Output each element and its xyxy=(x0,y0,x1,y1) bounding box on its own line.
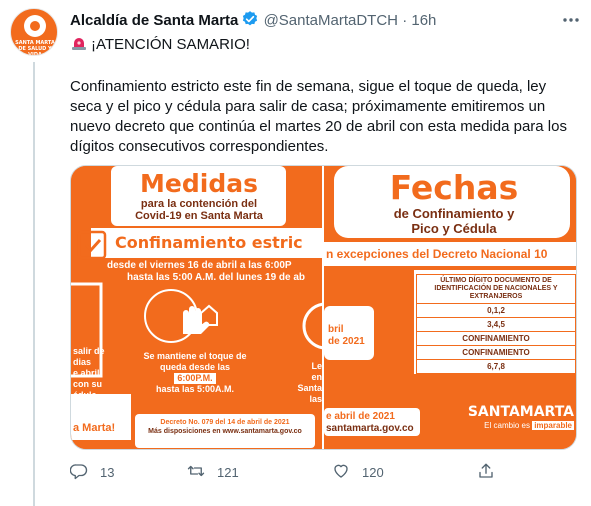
left-fragment-1: bril xyxy=(328,324,344,335)
image-medidas[interactable]: Medidas para la contención del Covid-19 … xyxy=(71,166,322,449)
digits-row-3: CONFINAMIENTO xyxy=(417,332,575,346)
digits-row-5: 6,7,8 xyxy=(487,362,505,371)
digits-row-2: 3,4,5 xyxy=(417,318,575,332)
digits-row-4: CONFINAMIENTO xyxy=(417,346,575,360)
side-right-2: en Santa xyxy=(297,372,322,393)
dates-line-2: hasta las 5:00 A.M. del lunes 19 de ab xyxy=(127,272,306,283)
share-icon xyxy=(477,462,495,483)
brand-tagline: El cambio es imparable xyxy=(464,420,574,432)
tweet-time[interactable]: 16h xyxy=(411,12,436,29)
retweet-icon xyxy=(187,462,205,483)
curfew-1: Se mantiene el toque de xyxy=(143,351,247,361)
checklist-icon xyxy=(76,226,112,260)
tweet[interactable]: SANTA MARTA DE SALUD Y VIDA Alcaldía de … xyxy=(0,0,591,506)
reply-icon xyxy=(69,462,88,483)
action-bar: 13 121 120 xyxy=(69,462,510,483)
medidas-title: Medidas xyxy=(140,169,258,198)
confinamiento-banner: Confinamiento estric xyxy=(115,233,303,252)
like-button[interactable]: 120 xyxy=(332,462,384,482)
curfew-text: Se mantiene el toque de queda desde las … xyxy=(135,351,255,395)
side-left-text: salir de dias e abril con su édula. xyxy=(73,346,107,401)
digits-table-header: ÚLTIMO DÍGITO DOCUMENTO DE IDENTIFICACIÓ… xyxy=(417,275,575,304)
reply-count: 13 xyxy=(100,464,115,480)
fechas-banner: n excepciones del Decreto Nacional 10 xyxy=(326,247,548,261)
side-right-1: Le xyxy=(311,361,322,371)
footer-date: e abril de 2021 xyxy=(326,411,395,422)
retweet-count: 121 xyxy=(217,464,239,480)
fechas-title-block: Fechas de Confinamiento y Pico y Cédula xyxy=(338,168,570,237)
tweet-header: Alcaldía de Santa Marta @SantaMartaDTCH … xyxy=(70,10,436,30)
author-name[interactable]: Alcaldía de Santa Marta xyxy=(70,12,238,29)
curfew-3: 6:00P.M. xyxy=(174,373,216,384)
tagline-1: El cambio es xyxy=(484,421,530,430)
reply-button[interactable]: 13 xyxy=(69,462,115,483)
decree-block: Decreto No. 079 del 14 de abril de 2021 … xyxy=(139,418,311,436)
logo-icon xyxy=(24,15,46,37)
footer-site: santamarta.gov.co xyxy=(326,423,414,434)
side-left-1: salir de xyxy=(73,346,105,356)
brand-block: SANTAMARTA El cambio es imparable xyxy=(464,404,574,432)
medidas-subtitle-1: para la contención del xyxy=(140,198,258,210)
tagline-2: imparable xyxy=(532,421,574,430)
brand-name: SANTAMARTA xyxy=(467,404,574,420)
tweet-text: Confinamiento estricto este fin de seman… xyxy=(70,78,567,155)
fechas-subtitle-2: Pico y Cédula xyxy=(411,221,497,236)
fechas-title: Fechas xyxy=(389,168,519,207)
footer-left: a Marta! xyxy=(73,422,116,434)
alert-line: ¡ATENCIÓN SAMARIO! xyxy=(70,34,250,58)
digits-table: ÚLTIMO DÍGITO DOCUMENTO DE IDENTIFICACIÓ… xyxy=(416,274,576,374)
medidas-subtitle-2: Covid-19 en Santa Marta xyxy=(135,210,263,222)
share-button[interactable] xyxy=(477,462,495,482)
avatar[interactable]: SANTA MARTA DE SALUD Y VIDA xyxy=(10,8,58,56)
side-left-5: édula. xyxy=(73,390,100,400)
decree-text: Decreto No. 079 del 14 de abril de 2021 xyxy=(160,419,290,426)
media-grid[interactable]: Medidas para la contención del Covid-19 … xyxy=(70,165,577,450)
medidas-title-block: Medidas para la contención del Covid-19 … xyxy=(119,169,279,223)
side-left-2: dias xyxy=(73,357,92,367)
left-fragment: bril de 2021 xyxy=(328,324,372,348)
stop-hand-icon xyxy=(171,299,219,339)
curfew-4: hasta las 5:00A.M. xyxy=(155,384,235,394)
side-right-text: Le en Santa las xyxy=(289,361,322,405)
thread-line xyxy=(33,62,35,506)
digits-row-1: 0,1,2 xyxy=(417,304,575,318)
dates-line-1: desde el viernes 16 de abril a las 6:00P xyxy=(107,260,292,271)
curfew-2: queda desde las xyxy=(159,362,231,372)
more-info-text: Más disposiciones en www.santamarta.gov.… xyxy=(148,428,302,435)
like-icon xyxy=(332,462,350,483)
side-left-4: con su xyxy=(73,379,103,389)
siren-icon xyxy=(70,34,88,58)
side-right-3: las xyxy=(309,394,322,404)
side-left-3: e abril xyxy=(73,368,100,378)
separator: · xyxy=(402,12,408,29)
left-fragment-2: de 2021 xyxy=(328,336,365,347)
fechas-subtitle-1: de Confinamiento y xyxy=(393,206,515,221)
avatar-text: SANTA MARTA DE SALUD Y VIDA xyxy=(15,40,55,56)
verified-badge-icon xyxy=(241,10,259,34)
image-fechas[interactable]: Fechas de Confinamiento y Pico y Cédula … xyxy=(324,166,576,449)
retweet-button[interactable]: 121 xyxy=(187,462,239,482)
alert-text: ¡ATENCIÓN SAMARIO! xyxy=(91,36,250,53)
like-count: 120 xyxy=(362,464,384,480)
more-icon[interactable] xyxy=(561,10,581,30)
author-handle[interactable]: @SantaMartaDTCH xyxy=(264,12,398,29)
